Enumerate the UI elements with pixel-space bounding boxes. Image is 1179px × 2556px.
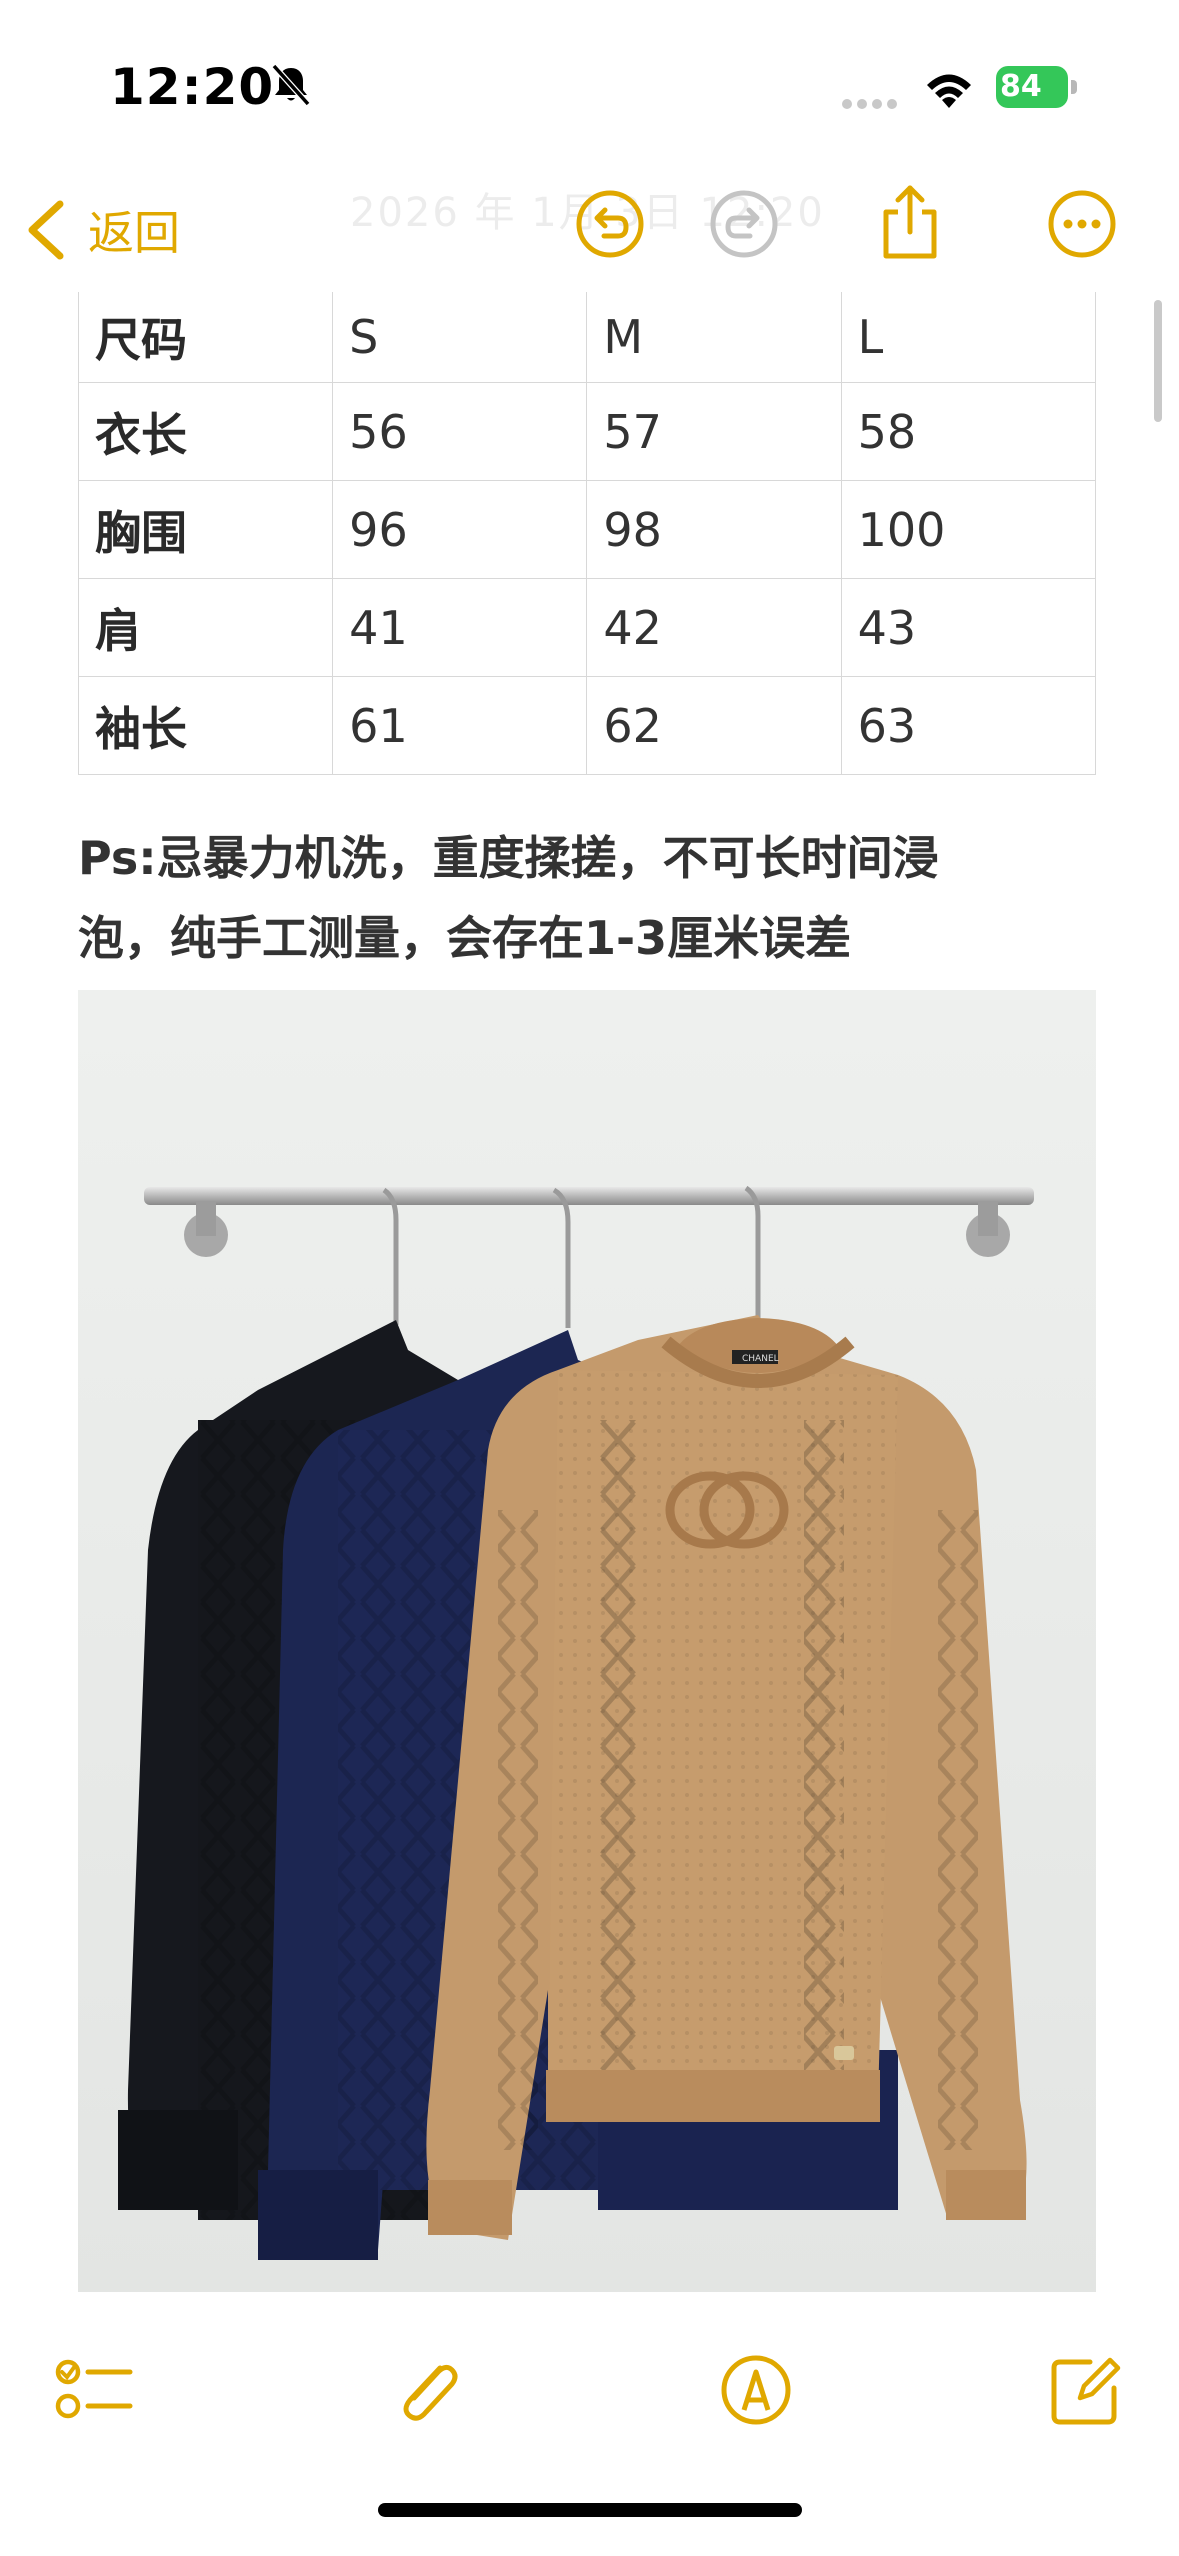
table-row: 胸围 96 98 100 <box>77 480 1097 579</box>
table-cell: 62 <box>586 676 842 775</box>
chevron-left-icon <box>28 200 64 260</box>
redo-icon[interactable] <box>708 188 780 260</box>
wifi-icon <box>927 74 971 108</box>
table-cell: 41 <box>332 578 588 677</box>
bell-muted-icon <box>271 63 311 107</box>
table-cell: 42 <box>586 578 842 677</box>
back-label: 返回 <box>88 206 180 260</box>
table-cell: 96 <box>332 480 588 579</box>
table-cell: 58 <box>840 382 1097 481</box>
table-cell: 100 <box>840 480 1097 579</box>
status-time: 12:20 <box>110 58 275 116</box>
table-cell: 98 <box>586 480 842 579</box>
table-cell: 衣长 <box>77 382 334 481</box>
table-cell: 56 <box>332 382 588 481</box>
camel-sweater <box>426 1315 1027 2240</box>
battery-percent: 84 <box>1000 69 1042 104</box>
size-table: 尺码 S M L 衣长 56 57 58 胸围 96 98 100 肩 41 4… <box>77 292 1097 775</box>
table-cell: 63 <box>840 676 1097 775</box>
nav-bar: 返回 2026 年 1月 3日 12:20 <box>0 160 1179 300</box>
care-note[interactable]: Ps:忌暴力机洗，重度揉搓，不可长时间浸 泡，纯手工测量，会存在1-3厘米误差 <box>78 818 1098 978</box>
table-header-cell: 尺码 <box>77 292 334 383</box>
table-row: 袖长 61 62 63 <box>77 676 1097 775</box>
table-cell: 肩 <box>77 578 334 677</box>
table-header-cell: M <box>586 292 842 383</box>
table-cell: 57 <box>586 382 842 481</box>
sweater-photo[interactable]: CHANEL <box>78 990 1096 2292</box>
table-header-cell: S <box>332 292 588 383</box>
share-icon[interactable] <box>874 182 946 262</box>
undo-icon[interactable] <box>574 188 646 260</box>
table-header-cell: L <box>840 292 1097 383</box>
checklist-icon[interactable] <box>54 2350 134 2430</box>
table-cell: 43 <box>840 578 1097 677</box>
bottom-toolbar <box>0 2320 1179 2460</box>
table-header-row: 尺码 S M L <box>77 292 1097 383</box>
table-cell: 袖长 <box>77 676 334 775</box>
status-bar: 12:20 84 <box>0 0 1179 150</box>
table-cell: 61 <box>332 676 588 775</box>
table-row: 衣长 56 57 58 <box>77 382 1097 481</box>
care-note-line: 泡，纯手工测量，会存在1-3厘米误差 <box>78 911 852 965</box>
scroll-indicator[interactable] <box>1154 300 1162 422</box>
home-indicator[interactable] <box>378 2503 802 2517</box>
care-note-line: Ps:忌暴力机洗，重度揉搓，不可长时间浸 <box>78 831 939 885</box>
attachment-icon[interactable] <box>388 2350 468 2430</box>
table-cell: 胸围 <box>77 480 334 579</box>
back-button[interactable]: 返回 <box>24 190 180 270</box>
table-row: 肩 41 42 43 <box>77 578 1097 677</box>
label-text: CHANEL <box>742 1354 779 1364</box>
battery-indicator: 84 <box>996 66 1080 108</box>
signal-icon <box>842 94 902 109</box>
compose-icon[interactable] <box>1046 2350 1126 2430</box>
markup-icon[interactable] <box>716 2350 796 2430</box>
more-icon[interactable] <box>1046 188 1118 260</box>
